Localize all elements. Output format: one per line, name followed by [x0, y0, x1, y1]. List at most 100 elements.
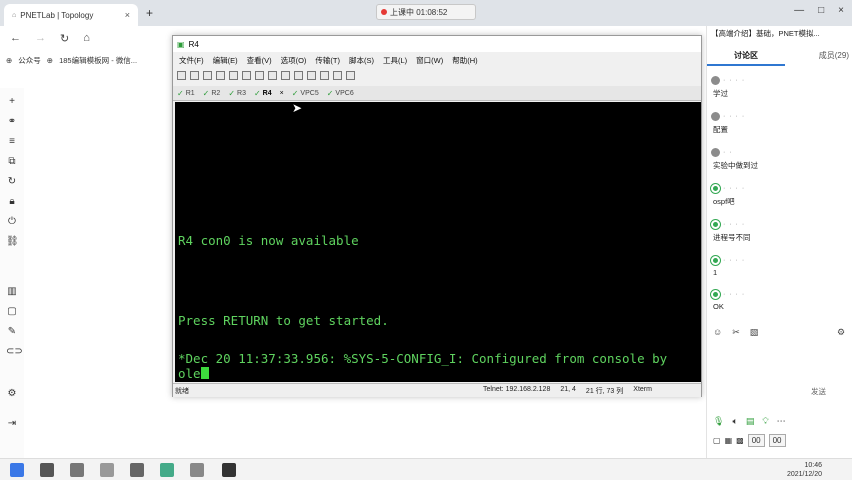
- menu-options[interactable]: 选项(O): [281, 55, 307, 66]
- menu-window[interactable]: 窗口(W): [416, 55, 443, 66]
- terminal-title-bar[interactable]: ▣ R4: [173, 36, 701, 52]
- app-icon[interactable]: [130, 463, 144, 477]
- quick-connect-icon[interactable]: [190, 70, 199, 80]
- refresh-icon[interactable]: ↻: [6, 176, 18, 188]
- clock-date: 2021/12/20: [786, 471, 822, 478]
- edit-icon[interactable]: ✎: [6, 326, 18, 338]
- session-tab-label: R1: [185, 89, 195, 97]
- avatar: [711, 256, 720, 265]
- check-icon: ✓: [291, 88, 299, 98]
- emoji-icon[interactable]: ☺: [713, 327, 722, 338]
- settings-icon[interactable]: ⚙: [6, 388, 18, 400]
- bookmark-item[interactable]: 公众号: [18, 55, 41, 66]
- message-text: 1: [713, 268, 718, 277]
- connect-icon[interactable]: [177, 70, 186, 80]
- paste-icon[interactable]: [255, 70, 264, 80]
- pnet-left-toolbar: + ⚭ ≡ ⧉ ↻ 🔒︎ ⏻ ⛓︎ ▥ ▢ ✎ ⊂⊃ ⚙ ⇥: [0, 88, 24, 458]
- counter-a[interactable]: 00: [747, 434, 765, 447]
- settings-icon[interactable]: [294, 70, 303, 80]
- session-tab-close-icon[interactable]: ×: [280, 90, 284, 97]
- maximize-button[interactable]: □: [818, 5, 824, 16]
- network-icon[interactable]: ⧉: [6, 156, 18, 168]
- help-icon[interactable]: [333, 70, 342, 80]
- keymap-icon[interactable]: [307, 70, 316, 80]
- tile-icon[interactable]: ▩: [736, 436, 744, 445]
- menu-script[interactable]: 脚本(S): [349, 55, 374, 66]
- list-icon[interactable]: ≡: [6, 136, 18, 148]
- menu-file[interactable]: 文件(F): [179, 55, 204, 66]
- new-tab-button[interactable]: +: [146, 6, 153, 20]
- speaker-icon[interactable]: 🔈︎: [732, 416, 737, 427]
- home-icon[interactable]: ⌂: [83, 32, 90, 44]
- session-tab-label: VPC6: [335, 89, 354, 97]
- back-arrow-icon[interactable]: ←: [10, 32, 21, 44]
- nodes-icon[interactable]: ⚭: [6, 116, 18, 128]
- toggle-icon[interactable]: ⊂⊃: [6, 346, 23, 358]
- terminal-screen[interactable]: R4 con0 is now available Press RETURN to…: [175, 102, 701, 382]
- session-tab-r3[interactable]: ✓ R3: [228, 89, 246, 98]
- tab-close-icon[interactable]: ×: [125, 10, 130, 20]
- session-tab-r4[interactable]: ✓ R4 ×: [254, 89, 284, 98]
- more-icon[interactable]: ⋯: [777, 416, 786, 427]
- session-tab-r2[interactable]: ✓ R2: [203, 89, 221, 98]
- window-icon[interactable]: ▢: [6, 306, 18, 318]
- browser-tab-pnetlab[interactable]: ⌂ PNETLab | Topology ×: [4, 4, 138, 26]
- session-icon[interactable]: [203, 70, 212, 80]
- gear-icon[interactable]: ⚙: [837, 327, 845, 338]
- session-tab-r1[interactable]: ✓ R1: [177, 89, 195, 98]
- tab-members[interactable]: 成员(29): [785, 50, 852, 66]
- avatar: [711, 148, 720, 157]
- task-view-icon[interactable]: [70, 463, 84, 477]
- reload-icon[interactable]: ↻: [60, 32, 69, 45]
- add-icon[interactable]: +: [6, 96, 18, 108]
- board-icon[interactable]: ▤: [746, 416, 755, 427]
- link-icon[interactable]: ⛓︎: [6, 236, 19, 248]
- sftp-icon[interactable]: [320, 70, 329, 80]
- chat-message: · · · · 学过: [711, 76, 849, 99]
- send-button[interactable]: 发送: [811, 386, 826, 397]
- chat-input-tools: ☺ ✂ ▧: [713, 327, 758, 338]
- hint-icon[interactable]: 💡︎: [762, 416, 768, 427]
- app-icon[interactable]: [100, 463, 114, 477]
- bookmark-item[interactable]: 185编辑模板网 - 微信...: [59, 55, 137, 66]
- menu-edit[interactable]: 编辑(E): [213, 55, 238, 66]
- search-icon[interactable]: [40, 463, 54, 477]
- status-ready: 就绪: [175, 387, 189, 395]
- lock-icon[interactable]: 🔒︎: [6, 196, 18, 208]
- microphone-icon[interactable]: 🎙︎: [713, 416, 724, 427]
- find-icon[interactable]: [268, 70, 277, 80]
- session-tab-vpc5[interactable]: ✓ VPC5: [292, 89, 319, 98]
- counter-b[interactable]: 00: [768, 434, 786, 447]
- image-icon[interactable]: ▧: [750, 327, 759, 338]
- reconnect-icon[interactable]: [216, 70, 225, 80]
- minimize-button[interactable]: —: [794, 5, 804, 16]
- windows-taskbar: 10:46 2021/12/20: [0, 458, 852, 480]
- share-icon[interactable]: ▢: [713, 436, 721, 445]
- menu-help[interactable]: 帮助(H): [452, 55, 477, 66]
- script-icon[interactable]: [346, 70, 355, 80]
- windows-start-icon[interactable]: [10, 463, 24, 477]
- app-icon[interactable]: [190, 463, 204, 477]
- forward-arrow-icon[interactable]: →: [35, 32, 46, 44]
- copy-icon[interactable]: [242, 70, 251, 80]
- menu-tools[interactable]: 工具(L): [383, 55, 407, 66]
- system-clock[interactable]: 10:46 2021/12/20: [787, 461, 822, 479]
- session-tab-label: R3: [237, 89, 246, 97]
- grid-icon[interactable]: ▦: [725, 436, 733, 445]
- close-window-button[interactable]: ×: [838, 5, 844, 16]
- stats-icon[interactable]: ▥: [6, 286, 18, 298]
- logout-icon[interactable]: ⇥: [6, 418, 18, 430]
- menu-view[interactable]: 查看(V): [247, 55, 272, 66]
- browser-icon[interactable]: [160, 463, 174, 477]
- scissors-icon[interactable]: ✂: [732, 327, 740, 338]
- status-cursor-pos: 21, 4: [560, 386, 576, 393]
- menu-transfer[interactable]: 传输(T): [315, 55, 340, 66]
- terminal-app-icon[interactable]: [222, 463, 236, 477]
- tab-discussion[interactable]: 讨论区: [707, 50, 785, 66]
- power-icon[interactable]: ⏻: [6, 216, 18, 228]
- session-tab-vpc6[interactable]: ✓ VPC6: [327, 89, 354, 98]
- print-icon[interactable]: [281, 70, 290, 80]
- disconnect-icon[interactable]: [229, 70, 238, 80]
- browser-tab-bar: ⌂ PNETLab | Topology × + 上课中 01:08:52 — …: [0, 0, 852, 26]
- recording-indicator[interactable]: 上课中 01:08:52: [376, 4, 476, 20]
